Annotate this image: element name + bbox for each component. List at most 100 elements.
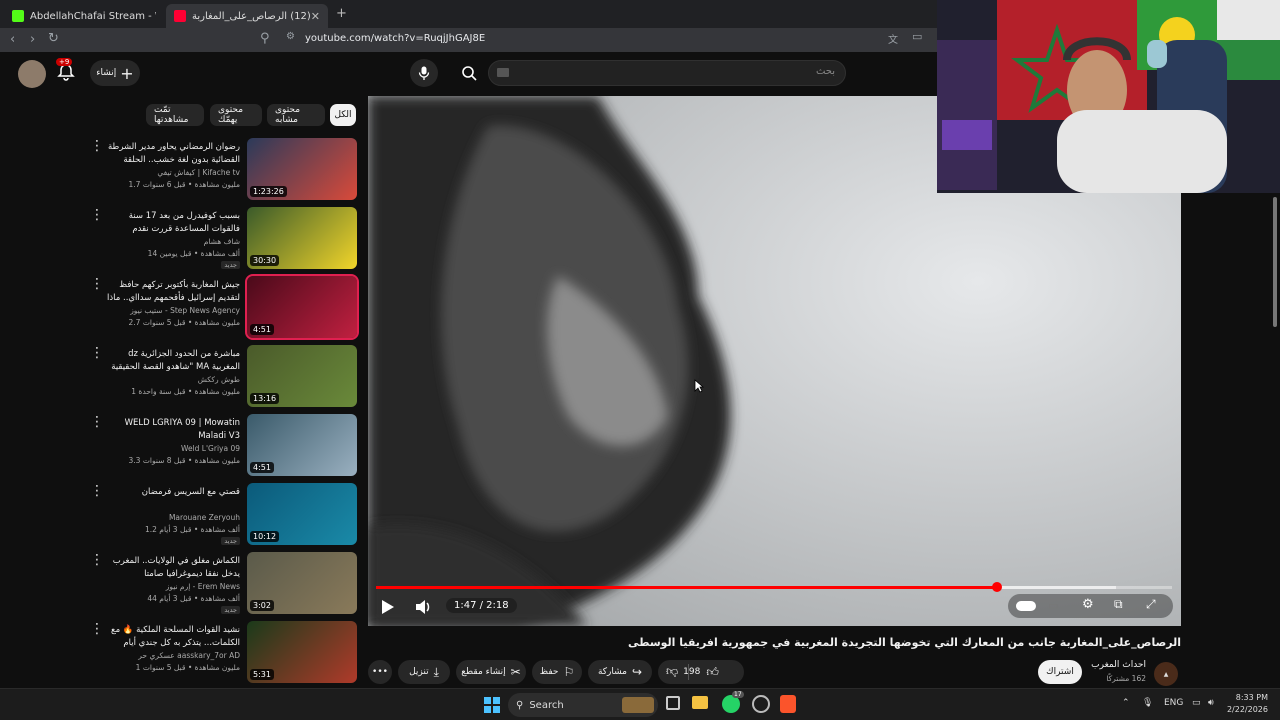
recommendation-title[interactable]: مباشرة من الحدود الجزائرية dz المغربية M… <box>100 348 240 375</box>
page-scrollbar[interactable] <box>1270 193 1280 688</box>
recommendation-thumbnail[interactable]: 13:16 <box>247 345 357 407</box>
brave-browser-icon[interactable] <box>780 695 796 713</box>
tray-chevron-icon[interactable]: ⌃ <box>1122 698 1130 708</box>
network-icon[interactable]: ▭ <box>1192 698 1201 708</box>
volume-icon <box>416 600 430 614</box>
recommendation-item[interactable]: ⋮ جيش المغاربة بأكتوبر تركهم حافظ لتقديم … <box>88 274 360 342</box>
recommendation-title[interactable]: نشيد القوات المسلحة الملكية 🔥 مع الكلمات… <box>100 624 240 651</box>
duration-badge: 30:30 <box>250 255 280 266</box>
more-horiz-icon: ••• <box>372 667 388 677</box>
miniplayer-icon[interactable]: ⧉ <box>1114 597 1123 612</box>
site-info-icon[interactable]: ⚙ <box>286 31 295 42</box>
channel-name[interactable]: احداث المغرب <box>1080 660 1146 670</box>
progress-bar[interactable] <box>376 582 1172 592</box>
search-input[interactable]: بحث <box>488 60 846 86</box>
recommendation-title[interactable]: قصتي مع السريس فرمضان <box>100 486 240 499</box>
new-tab-button[interactable]: + <box>336 6 347 21</box>
recommendation-meta: 1 مليون مشاهدة • قبل 5 سنوات <box>135 663 240 672</box>
recommendation-item[interactable]: ⋮ رضوان الرمضاني يحاور مدير الشرطة القضائ… <box>88 138 360 204</box>
chip-all[interactable]: الكل <box>330 104 356 126</box>
recommendation-title[interactable]: بسبب كوفيدرل من بعد 17 سنة فالقوات المسا… <box>100 210 240 237</box>
scrollbar-thumb[interactable] <box>1273 197 1277 327</box>
file-explorer-icon[interactable] <box>692 696 708 709</box>
task-view-icon[interactable] <box>666 696 680 710</box>
forward-icon[interactable]: › <box>30 32 35 47</box>
recommendation-channel[interactable]: طوش رككش <box>198 375 240 384</box>
recommendation-channel[interactable]: ستيب نيوز - Step News Agency <box>130 306 240 315</box>
search-button[interactable] <box>455 59 483 87</box>
fullscreen-icon[interactable]: ⤢ <box>1146 597 1156 612</box>
settings-icon[interactable]: ⚙ <box>1082 597 1094 612</box>
translate-icon[interactable]: 文 <box>888 31 898 46</box>
autoplay-toggle[interactable] <box>1016 601 1036 611</box>
create-button[interactable]: إنشاء + <box>90 60 140 86</box>
divider <box>688 664 689 680</box>
recommendation-title[interactable]: رضوان الرمضاني يحاور مدير الشرطة القضائي… <box>100 141 240 168</box>
play-button[interactable] <box>380 598 396 620</box>
cast-icon[interactable]: ▭ <box>912 30 922 43</box>
more-actions-button[interactable]: ••• <box>368 660 392 684</box>
recommendation-channel[interactable]: عسكري حر aasskary_7or AD <box>138 651 240 660</box>
create-label: إنشاء <box>96 68 117 78</box>
chip-for-you[interactable]: محتوى يهمّك <box>210 104 262 126</box>
volume-button[interactable] <box>414 598 432 620</box>
microphone-tray-icon[interactable]: 🎙︎ <box>1142 698 1153 708</box>
recommendation-channel[interactable]: شاف هشام <box>204 237 240 246</box>
share-button[interactable]: مشاركة ↪ <box>588 660 652 684</box>
taskbar-search[interactable]: ⚲ Search <box>508 693 658 717</box>
subtitles-icon[interactable]: ▭ <box>1048 599 1058 612</box>
recommendation-title[interactable]: الكماش مغلق في الولايات.. المغرب يدخل نف… <box>100 555 240 581</box>
chip-related[interactable]: محتوى مشابه <box>267 104 325 126</box>
new-badge: جديد <box>221 537 240 545</box>
recommendation-channel[interactable]: إرم نيوز - Erem News <box>166 582 240 591</box>
save-label: حفظ <box>539 667 559 677</box>
notifications-button[interactable]: +9 <box>56 58 78 84</box>
scrubber-handle[interactable] <box>991 582 1002 592</box>
chip-watched[interactable]: تمّت مشاهدتها <box>146 104 204 126</box>
clip-button[interactable]: إنشاء مقطع ✂ <box>456 660 526 684</box>
clock-time[interactable]: 8:33 PM <box>1228 693 1268 702</box>
recommendation-item[interactable]: ⋮ نشيد القوات المسلحة الملكية 🔥 مع الكلما… <box>88 621 360 687</box>
subscribe-button[interactable]: اشتراك <box>1038 660 1082 684</box>
recommendation-item[interactable]: ⋮ الكماش مغلق في الولايات.. المغرب يدخل ن… <box>88 552 360 618</box>
recommendation-title[interactable]: WELD LGRIYA 09 | Mowatin Maladi V3 <box>100 417 240 443</box>
bookmark-icon[interactable]: ⚲ <box>260 31 270 46</box>
recommendation-thumbnail[interactable]: 3:02 <box>247 552 357 614</box>
recommendation-item[interactable]: ⋮ مباشرة من الحدود الجزائرية dz المغربية … <box>88 345 360 411</box>
search-highlight-icon <box>622 697 654 713</box>
language-indicator[interactable]: ENG <box>1164 698 1183 708</box>
clock-date[interactable]: 2/22/2026 <box>1224 705 1268 714</box>
recommendation-item[interactable]: ⋮ بسبب كوفيدرل من بعد 17 سنة فالقوات المس… <box>88 207 360 273</box>
recommendation-meta: 1.2 ألف مشاهدة • قبل 3 أيام <box>144 525 240 534</box>
recommendation-channel[interactable]: كيفاش تيفي | Kifache tv <box>157 168 240 177</box>
reload-icon[interactable]: ↻ <box>48 31 59 46</box>
recommendation-thumbnail[interactable]: 4:51 <box>247 414 357 476</box>
recommendation-thumbnail[interactable]: 30:30 <box>247 207 357 269</box>
channel-avatar[interactable]: ▲ <box>1154 662 1178 686</box>
browser-tab-youtube[interactable]: (12) الرصاص_على_المغاربة جانب ✕ <box>166 4 328 28</box>
recommendation-thumbnail[interactable]: 1:23:26 <box>247 138 357 200</box>
recommendation-item[interactable]: ⋮ قصتي مع السريس فرمضان Marouane Zeryouh 1.… <box>88 483 360 549</box>
avatar[interactable] <box>18 60 46 88</box>
recommendation-title[interactable]: جيش المغاربة بأكتوبر تركهم حافظ لتقديم إ… <box>100 279 240 306</box>
url-field[interactable]: youtube.com/watch?v=RuqjJhGAJ8E <box>305 33 485 44</box>
back-icon[interactable]: ‹ <box>10 32 15 47</box>
voice-search-button[interactable] <box>410 59 438 87</box>
dislike-button[interactable]: 👎︎ <box>666 664 678 679</box>
save-button[interactable]: حفظ ⚐ <box>532 660 582 684</box>
recommendation-meta: 1.7 مليون مشاهدة • قبل 6 سنوات <box>128 180 241 189</box>
recommendation-item[interactable]: ⋮ WELD LGRIYA 09 | Mowatin Maladi V3 Weld … <box>88 414 360 480</box>
recommendation-thumbnail[interactable]: 10:12 <box>247 483 357 545</box>
browser-tab-bar: AbdellahChafai Stream - Watch Live (12) … <box>0 0 940 28</box>
download-button[interactable]: تنزيل ⤓ <box>398 660 450 684</box>
recommendation-thumbnail[interactable]: 4:51 <box>245 274 359 340</box>
recommendation-channel[interactable]: Marouane Zeryouh <box>169 513 240 522</box>
close-tab-icon[interactable]: ✕ <box>311 10 320 23</box>
windows-start-icon[interactable] <box>484 697 500 717</box>
recommendation-thumbnail[interactable]: 5:31 <box>247 621 357 683</box>
app-icon[interactable] <box>752 695 770 713</box>
volume-tray-icon[interactable]: 🔊︎ <box>1208 698 1214 708</box>
keyboard-icon[interactable] <box>497 68 509 77</box>
browser-tab-stream[interactable]: AbdellahChafai Stream - Watch Live <box>4 4 164 28</box>
recommendation-channel[interactable]: Weld L'Griya 09 <box>181 444 240 453</box>
